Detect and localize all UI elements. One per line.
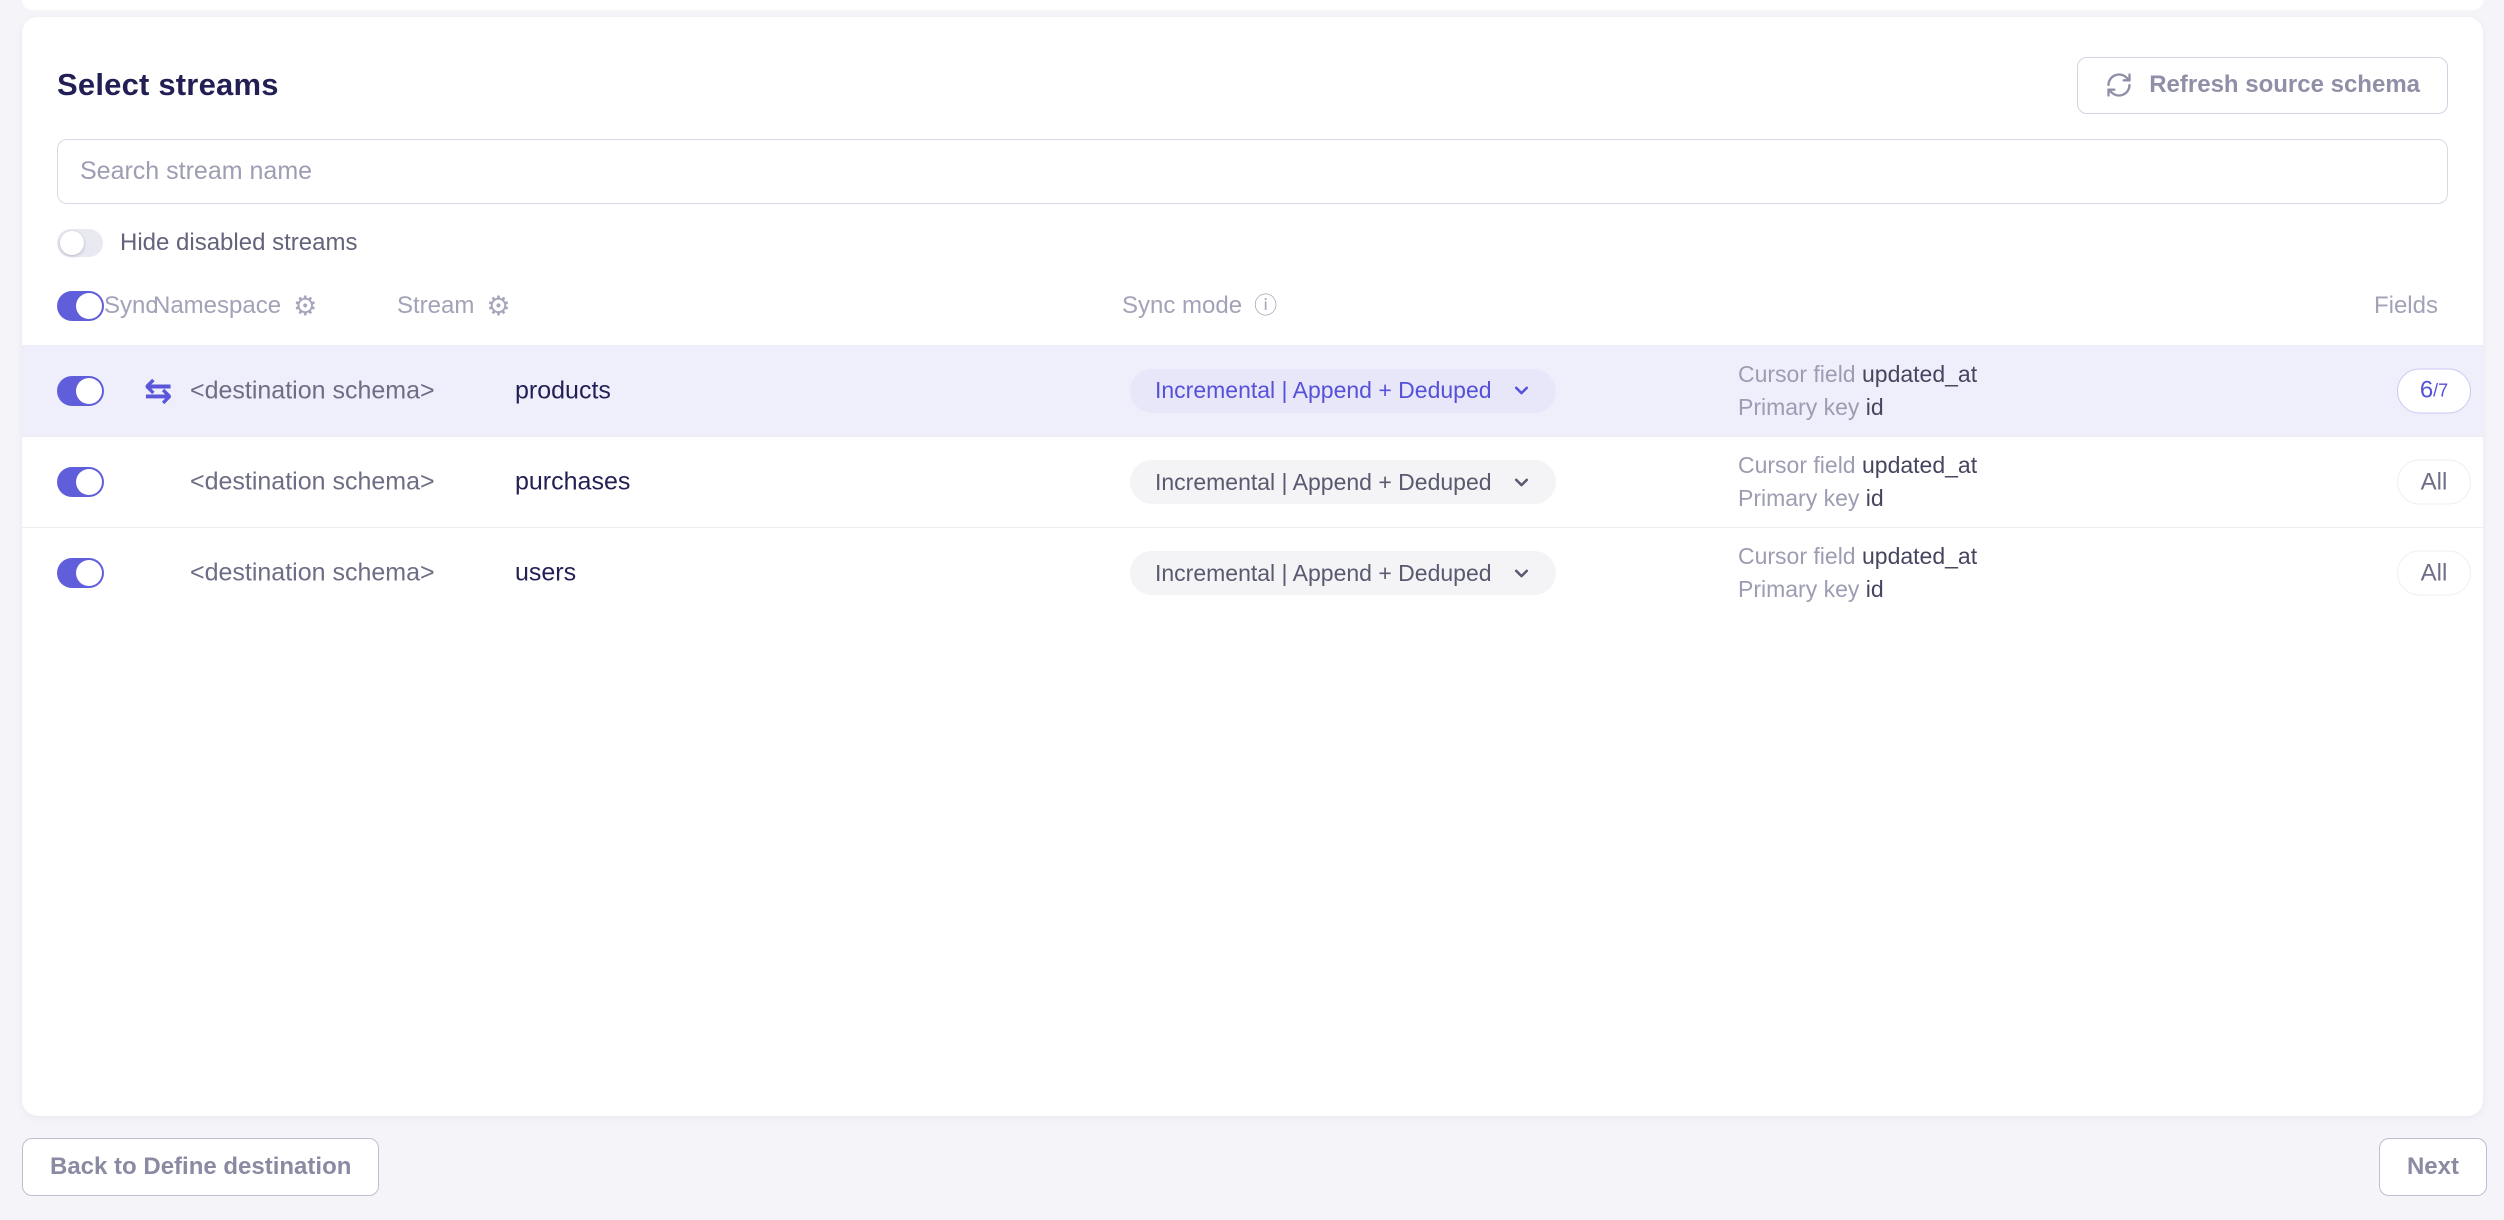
- table-header: Sync Namespace ⚙ Stream ⚙ Sync mode ⓘ Fi…: [57, 285, 2448, 327]
- refresh-button-label: Refresh source schema: [2149, 71, 2420, 99]
- next-button[interactable]: Next: [2379, 1138, 2487, 1196]
- refresh-icon: [2105, 71, 2133, 99]
- stream-row-users[interactable]: <destination schema> users Incremental |…: [22, 527, 2483, 618]
- hide-disabled-label: Hide disabled streams: [120, 229, 357, 257]
- toggle-knob: [76, 560, 102, 586]
- header-sync: Sync: [104, 292, 157, 320]
- sync-mode-info-icon[interactable]: ⓘ: [1254, 295, 1277, 318]
- toggle-knob: [76, 469, 102, 495]
- sync-mode-label: Incremental | Append + Deduped: [1155, 469, 1492, 496]
- header-namespace: Namespace ⚙: [153, 292, 317, 320]
- primary-key-line: Primary key id: [1738, 482, 1977, 515]
- fields-all-badge[interactable]: All: [2397, 460, 2471, 505]
- sync-mode-dropdown[interactable]: Incremental | Append + Deduped: [1130, 460, 1556, 504]
- sync-mode-dropdown[interactable]: Incremental | Append + Deduped: [1130, 551, 1556, 595]
- sync-mode-label: Incremental | Append + Deduped: [1155, 560, 1492, 587]
- stream-settings-gear-icon[interactable]: ⚙: [486, 293, 510, 320]
- card-header: Select streams Refresh source schema: [57, 17, 2448, 113]
- primary-key-line: Primary key id: [1738, 391, 1977, 424]
- toggle-knob: [76, 378, 102, 404]
- namespace-value: <destination schema>: [190, 468, 435, 497]
- select-streams-card: Select streams Refresh source schema Hid…: [22, 17, 2483, 1116]
- search-stream-input[interactable]: [57, 139, 2448, 204]
- refresh-source-schema-button[interactable]: Refresh source schema: [2077, 57, 2448, 114]
- fields-all-badge[interactable]: All: [2397, 551, 2471, 596]
- hide-disabled-row: Hide disabled streams: [57, 225, 2448, 261]
- fields-count-badge[interactable]: 6/7: [2397, 368, 2471, 413]
- header-stream: Stream ⚙: [397, 292, 511, 320]
- chevron-down-icon: [1512, 381, 1531, 400]
- stream-name: products: [515, 376, 611, 405]
- hide-disabled-toggle[interactable]: [57, 229, 103, 257]
- back-to-define-destination-button[interactable]: Back to Define destination: [22, 1138, 379, 1196]
- stream-row-purchases[interactable]: <destination schema> purchases Increment…: [22, 436, 2483, 527]
- stream-name: users: [515, 559, 576, 588]
- header-sync-mode: Sync mode ⓘ: [1122, 292, 1277, 320]
- previous-card-bottom-edge: [22, 0, 2483, 10]
- toggle-knob: [76, 293, 102, 319]
- sync-all-toggle[interactable]: [57, 291, 104, 321]
- header-fields: Fields: [2374, 292, 2438, 320]
- toggle-knob: [60, 231, 84, 255]
- stream-properties: Cursor field updated_at Primary key id: [1738, 358, 1977, 424]
- stream-properties: Cursor field updated_at Primary key id: [1738, 449, 1977, 515]
- cursor-field-line: Cursor field updated_at: [1738, 358, 1977, 391]
- namespace-value: <destination schema>: [190, 559, 435, 588]
- sync-arrows-icon: ⇆: [144, 371, 173, 411]
- cursor-field-line: Cursor field updated_at: [1738, 540, 1977, 573]
- chevron-down-icon: [1512, 564, 1531, 583]
- stream-name: purchases: [515, 468, 630, 497]
- stream-properties: Cursor field updated_at Primary key id: [1738, 540, 1977, 606]
- sync-mode-label: Incremental | Append + Deduped: [1155, 377, 1492, 404]
- namespace-value: <destination schema>: [190, 376, 435, 405]
- page-title: Select streams: [57, 67, 279, 103]
- sync-toggle[interactable]: [57, 558, 104, 588]
- namespace-settings-gear-icon[interactable]: ⚙: [293, 293, 317, 320]
- chevron-down-icon: [1512, 473, 1531, 492]
- sync-toggle[interactable]: [57, 467, 104, 497]
- sync-toggle[interactable]: [57, 376, 104, 406]
- stream-row-products[interactable]: ⇆ <destination schema> products Incremen…: [22, 345, 2483, 436]
- primary-key-line: Primary key id: [1738, 573, 1977, 606]
- sync-mode-dropdown[interactable]: Incremental | Append + Deduped: [1130, 369, 1556, 413]
- cursor-field-line: Cursor field updated_at: [1738, 449, 1977, 482]
